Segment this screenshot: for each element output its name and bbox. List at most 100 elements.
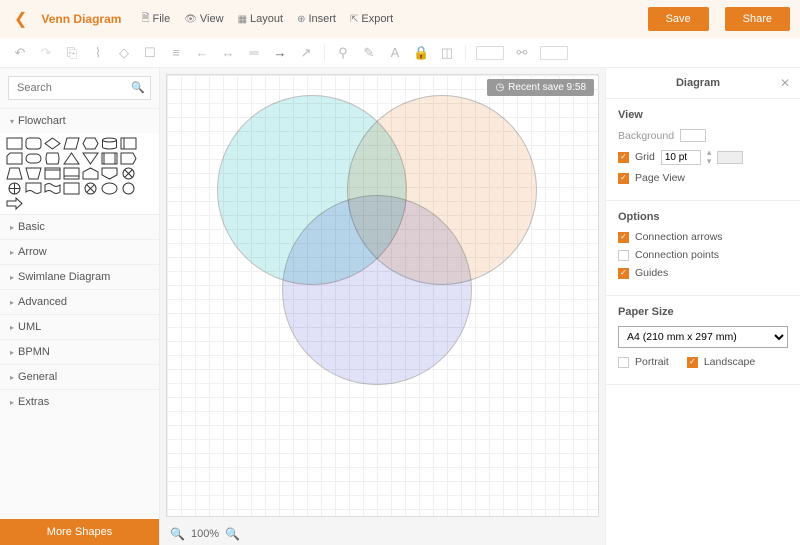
shape-shield[interactable] [101, 167, 118, 180]
landscape-label: Landscape [704, 356, 755, 368]
conn-points-checkbox[interactable] [618, 250, 629, 261]
menu-view[interactable]: 👁View [184, 11, 223, 28]
connector-icon[interactable]: ↗ [298, 45, 314, 61]
category-arrow[interactable]: Arrow [0, 239, 159, 264]
grid-size-input[interactable] [661, 150, 701, 165]
eye-icon: 👁 [184, 14, 197, 25]
shape-note[interactable] [44, 167, 61, 180]
menu-insert[interactable]: ⊕Insert [297, 11, 336, 28]
shape-tag[interactable] [120, 152, 137, 165]
export-icon: ⇱ [350, 14, 358, 25]
shape-cylinder[interactable] [101, 137, 118, 150]
share-button[interactable]: Share [725, 7, 790, 31]
category-basic[interactable]: Basic [0, 214, 159, 239]
canvas[interactable]: ◷ Recent save 9:58 [166, 74, 599, 517]
shape-home[interactable] [82, 167, 99, 180]
menu-file[interactable]: 🗎File [141, 11, 170, 28]
venn-diagram[interactable] [207, 85, 547, 415]
text-icon[interactable]: A [387, 45, 403, 60]
search-input[interactable] [8, 76, 151, 100]
shape-tape[interactable] [44, 182, 61, 195]
menu-insert-label: Insert [308, 13, 336, 25]
grid-checkbox[interactable] [618, 152, 629, 163]
group-icon[interactable]: ☐ [142, 45, 158, 61]
back-button[interactable]: ❮ [10, 9, 31, 29]
shape-trapezoid2[interactable] [25, 167, 42, 180]
copy-icon[interactable]: ⎘ [64, 45, 80, 61]
portrait-label: Portrait [635, 356, 669, 368]
shape-ellipse[interactable] [101, 182, 118, 195]
search-box: 🔍 [8, 76, 151, 100]
category-general[interactable]: General [0, 364, 159, 389]
shape-note2[interactable] [63, 167, 80, 180]
shape-card[interactable] [6, 152, 23, 165]
shape-trapezoid[interactable] [6, 167, 23, 180]
shape-rect2[interactable] [63, 182, 80, 195]
shape-parallelogram[interactable] [63, 137, 80, 150]
grid-color-swatch[interactable] [717, 151, 743, 164]
align-icon[interactable]: ≡ [168, 45, 184, 60]
category-flowchart[interactable]: Flowchart [0, 108, 159, 133]
dropper-icon[interactable]: ✎ [361, 45, 377, 61]
arrow-both-icon[interactable]: ↔ [220, 45, 236, 60]
width-field[interactable] [476, 46, 504, 60]
app-window: ❮ Venn Diagram 🗎File 👁View ▦Layout ⊕Inse… [0, 0, 800, 545]
format-paint-icon[interactable]: ⚲ [335, 45, 351, 61]
shape-triangle-down[interactable] [82, 152, 99, 165]
save-button[interactable]: Save [648, 7, 709, 31]
link-icon[interactable]: ⌇ [90, 45, 106, 61]
shape-rect[interactable] [6, 137, 23, 150]
height-field[interactable] [540, 46, 568, 60]
background-swatch[interactable] [680, 129, 706, 142]
shape-or[interactable] [6, 182, 23, 195]
more-shapes-button[interactable]: More Shapes [0, 519, 159, 545]
close-icon[interactable]: ✕ [780, 76, 790, 90]
layer-icon[interactable]: ◫ [439, 45, 455, 61]
shape-doc[interactable] [25, 182, 42, 195]
lock-icon[interactable]: 🔒 [413, 45, 429, 61]
stepper-icon[interactable]: ▴▾ [707, 148, 712, 166]
category-swimlane[interactable]: Swimlane Diagram [0, 264, 159, 289]
insert-icon: ⊕ [297, 14, 305, 25]
category-advanced[interactable]: Advanced [0, 289, 159, 314]
zoom-in-icon[interactable]: 🔍 [225, 527, 240, 541]
canvas-area: ◷ Recent save 9:58 🔍 100% 🔍 [160, 68, 605, 545]
menu-export[interactable]: ⇱Export [350, 11, 393, 28]
arrow-left-icon[interactable]: ← [194, 45, 210, 60]
shape-summingjunction[interactable] [120, 167, 137, 180]
venn-circle-lavender[interactable] [282, 195, 472, 385]
portrait-checkbox[interactable] [618, 357, 629, 368]
line-style-icon[interactable]: ═ [246, 45, 262, 60]
redo-icon[interactable]: ↷ [38, 45, 54, 61]
shape-subroutine[interactable] [101, 152, 118, 165]
options-heading: Options [618, 211, 788, 223]
zoom-out-icon[interactable]: 🔍 [170, 527, 185, 541]
category-extras[interactable]: Extras [0, 389, 159, 414]
arrow-right-icon[interactable]: → [272, 45, 288, 60]
shape-icon[interactable]: ◇ [116, 45, 132, 61]
menu-layout[interactable]: ▦Layout [238, 11, 283, 28]
shape-circle[interactable] [120, 182, 137, 195]
shape-hexagon[interactable] [82, 137, 99, 150]
category-uml[interactable]: UML [0, 314, 159, 339]
guides-checkbox[interactable] [618, 268, 629, 279]
pageview-checkbox[interactable] [618, 173, 629, 184]
shape-roundrect[interactable] [25, 137, 42, 150]
conn-arrows-checkbox[interactable] [618, 232, 629, 243]
chain-icon[interactable]: ⚯ [514, 45, 530, 61]
category-bpmn[interactable]: BPMN [0, 339, 159, 364]
search-icon: 🔍 [131, 81, 145, 94]
pageview-label: Page View [635, 172, 685, 184]
shape-cross-circle[interactable] [82, 182, 99, 195]
shape-arrow[interactable] [6, 197, 23, 210]
landscape-checkbox[interactable] [687, 357, 698, 368]
shape-diamond[interactable] [44, 137, 61, 150]
shape-triangle-up[interactable] [63, 152, 80, 165]
shape-process[interactable] [120, 137, 137, 150]
shape-display[interactable] [44, 152, 61, 165]
shape-stadium[interactable] [25, 152, 42, 165]
paper-size-select[interactable]: A4 (210 mm x 297 mm) [618, 326, 788, 348]
undo-icon[interactable]: ↶ [12, 45, 28, 61]
zoom-bar: 🔍 100% 🔍 [160, 523, 605, 545]
toolbar: ↶ ↷ ⎘ ⌇ ◇ ☐ ≡ ← ↔ ═ → ↗ ⚲ ✎ A 🔒 ◫ ⚯ [0, 38, 800, 68]
